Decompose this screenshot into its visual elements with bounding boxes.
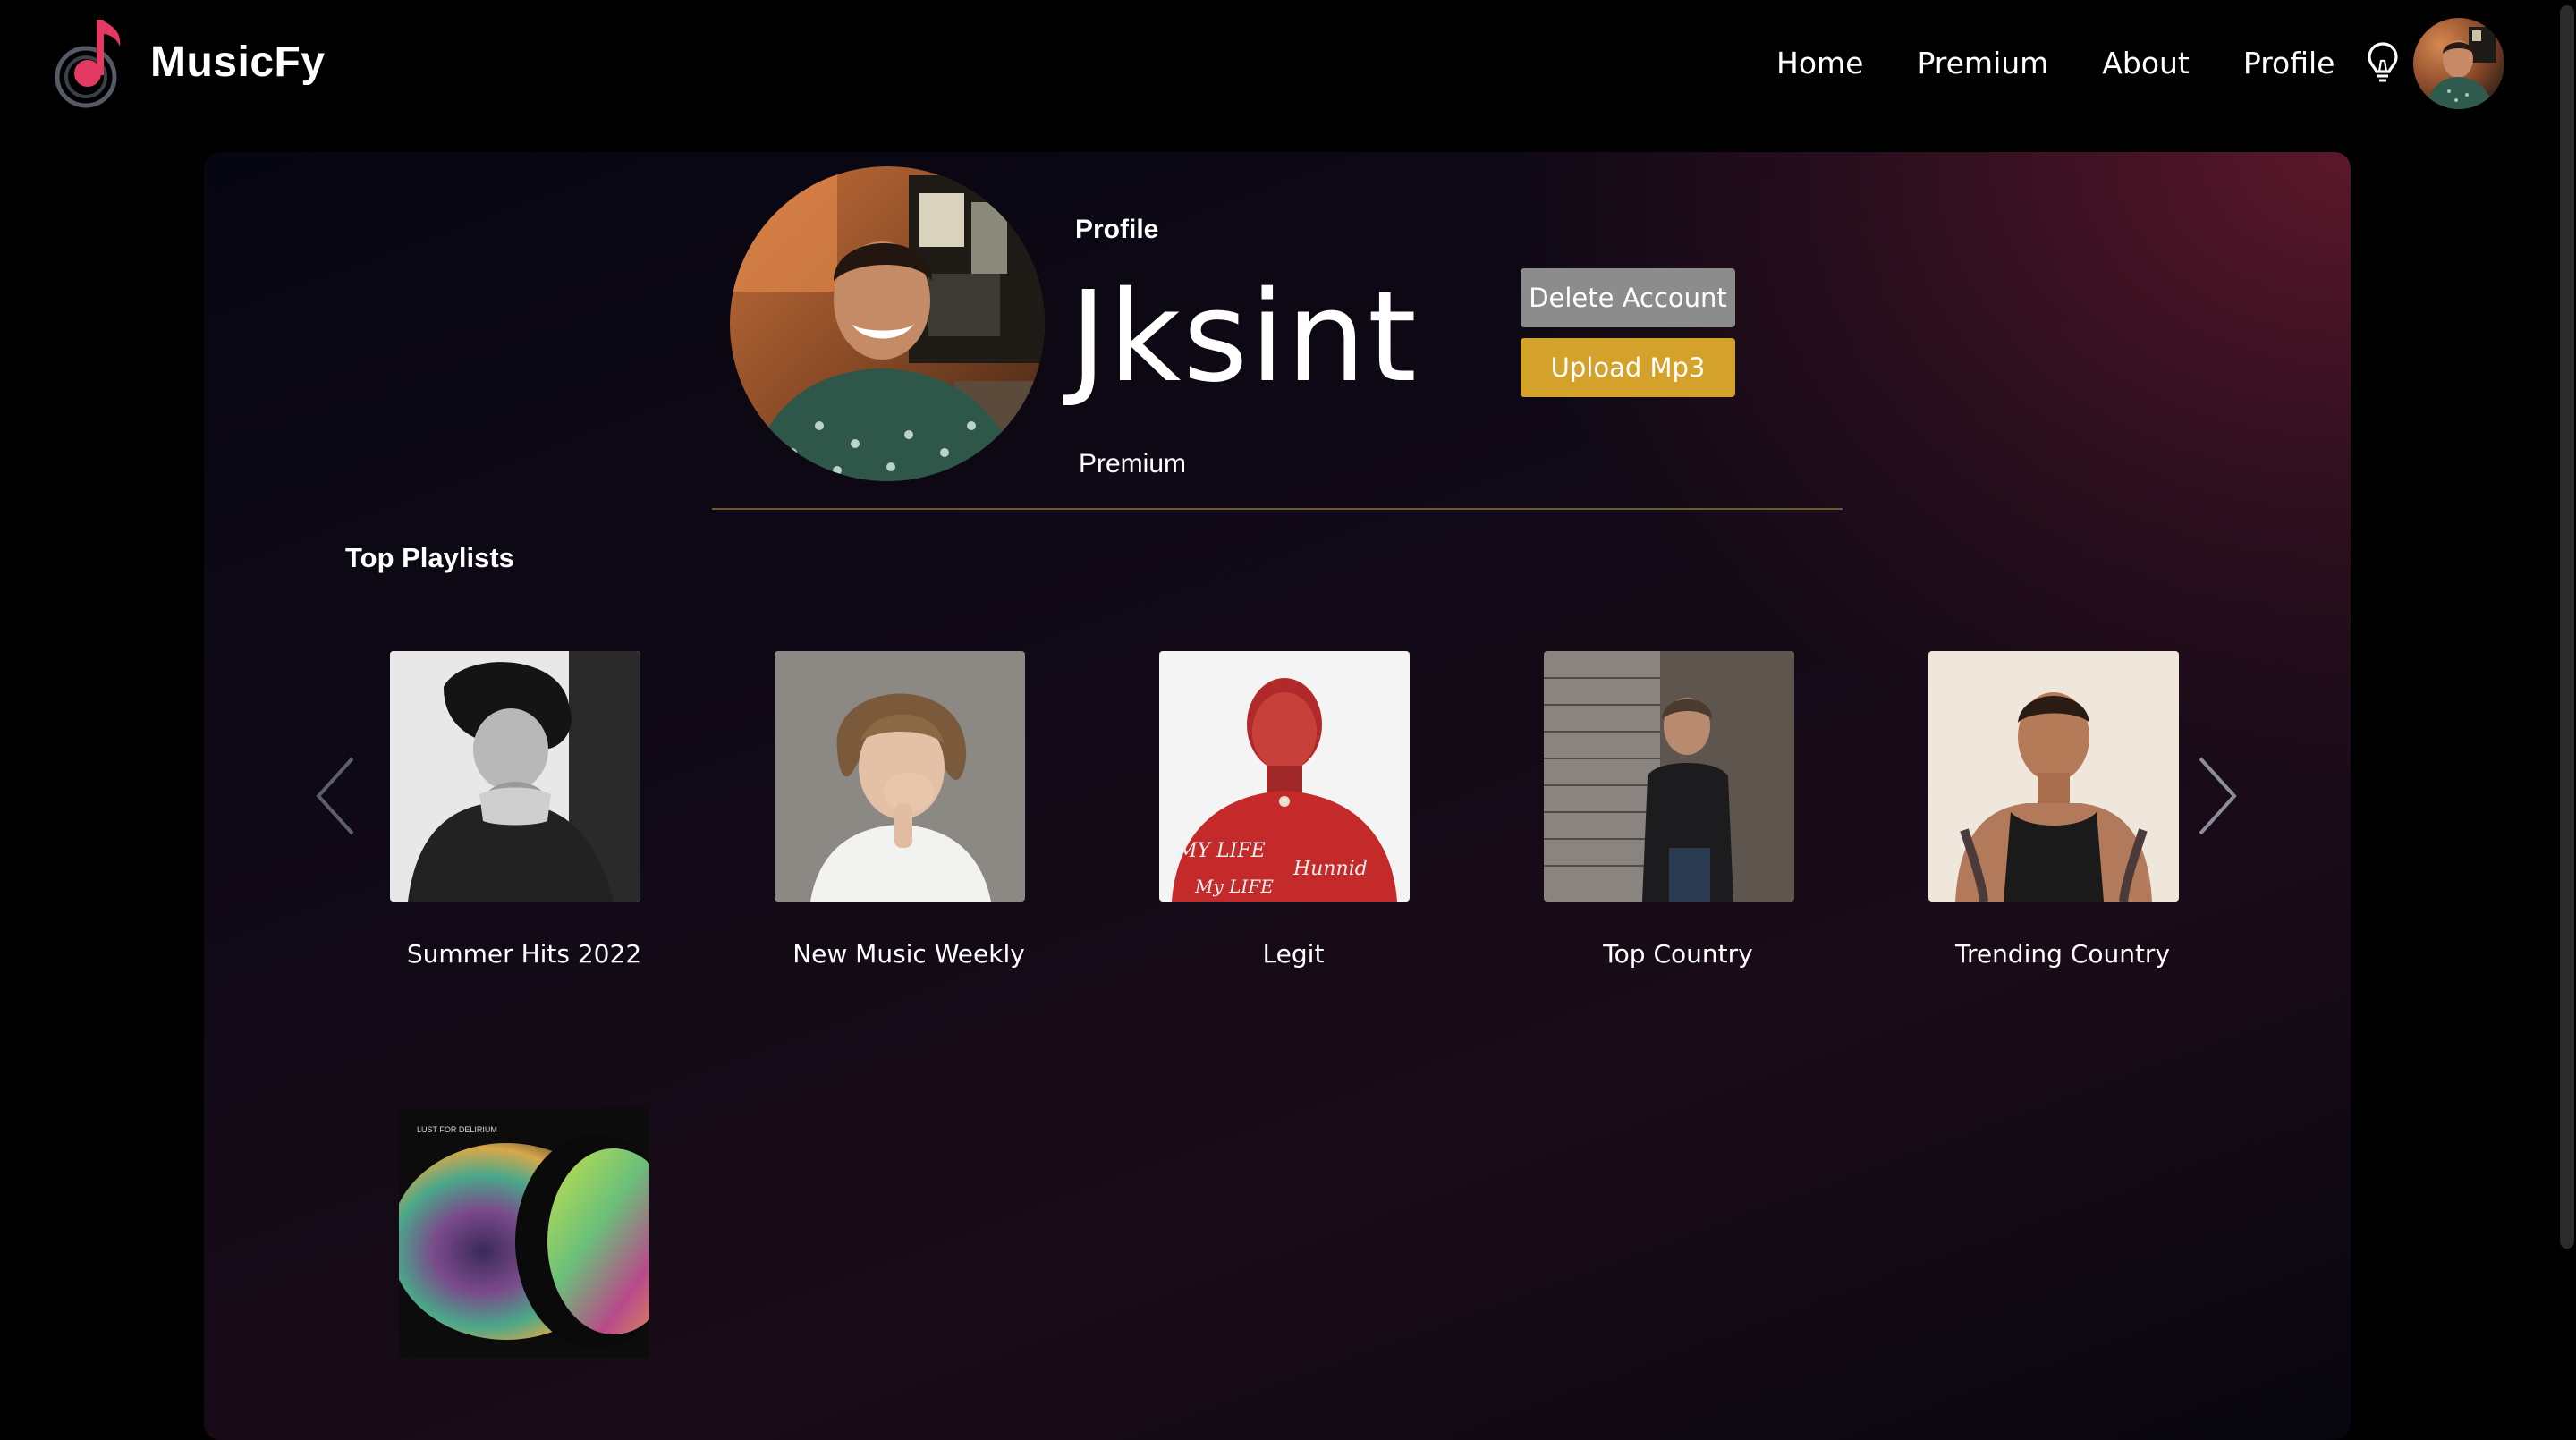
playlist-cover bbox=[390, 651, 640, 902]
delete-account-button[interactable]: Delete Account bbox=[1521, 268, 1735, 327]
svg-text:My LIFE: My LIFE bbox=[1194, 876, 1274, 897]
lightbulb-icon[interactable] bbox=[2367, 41, 2399, 84]
avatar-photo bbox=[2413, 18, 2504, 109]
nav-about-link[interactable]: About bbox=[2102, 46, 2190, 80]
playlist-title: Summer Hits 2022 bbox=[406, 939, 642, 969]
svg-text:MY LIFE: MY LIFE bbox=[1176, 840, 1266, 862]
top-navbar: MusicFy Home Premium About Profile bbox=[0, 0, 2576, 125]
playlist-cover: MY LIFE Hunnid My LIFE bbox=[1159, 651, 1410, 902]
profile-username: Jksint bbox=[1070, 265, 1419, 411]
subscription-tier: Premium bbox=[1079, 449, 1187, 479]
chevron-right-icon[interactable] bbox=[2190, 751, 2243, 841]
playlist-card[interactable]: Summer Hits 2022 bbox=[390, 651, 641, 969]
playlist-card[interactable]: LUST FOR DELIRIUM bbox=[399, 1107, 649, 1358]
playlist-cover bbox=[1544, 651, 1794, 902]
profile-section-label: Profile bbox=[1075, 215, 1159, 244]
profile-panel: Profile Jksint Premium Delete Account Up… bbox=[204, 152, 2351, 1440]
brand-name: MusicFy bbox=[150, 38, 326, 86]
upload-mp3-button[interactable]: Upload Mp3 bbox=[1521, 338, 1735, 397]
playlist-title: Trending Country bbox=[1954, 939, 2171, 969]
playlist-cover bbox=[1928, 651, 2179, 902]
playlist-card[interactable]: New Music Weekly bbox=[775, 651, 1025, 969]
chevron-left-icon[interactable] bbox=[309, 751, 363, 841]
playlist-title: Legit bbox=[1262, 939, 1325, 969]
playlist-title: Top Country bbox=[1603, 939, 1753, 969]
profile-photo bbox=[730, 166, 1045, 481]
user-avatar[interactable] bbox=[2413, 18, 2504, 109]
playlist-cover bbox=[775, 651, 1025, 902]
nav-links: Home Premium About Profile bbox=[1776, 36, 2399, 89]
playlist-cover: LUST FOR DELIRIUM bbox=[399, 1107, 649, 1358]
nav-premium-link[interactable]: Premium bbox=[1917, 46, 2048, 80]
playlist-card[interactable]: MY LIFE Hunnid My LIFE Legit bbox=[1159, 651, 1410, 969]
nav-home-link[interactable]: Home bbox=[1776, 46, 1863, 80]
top-playlists-heading: Top Playlists bbox=[345, 542, 514, 573]
scrollbar-thumb[interactable] bbox=[2560, 5, 2574, 1249]
brand[interactable]: MusicFy bbox=[50, 13, 326, 111]
cover-text: LUST FOR DELIRIUM bbox=[417, 1125, 497, 1134]
svg-text:Hunnid: Hunnid bbox=[1292, 858, 1368, 880]
nav-profile-link[interactable]: Profile bbox=[2243, 46, 2335, 80]
playlist-card[interactable]: Trending Country bbox=[1928, 651, 2179, 969]
playlist-card[interactable]: Top Country bbox=[1544, 651, 1794, 969]
playlist-title: New Music Weekly bbox=[792, 939, 1025, 969]
music-note-logo-icon bbox=[55, 20, 121, 108]
profile-divider bbox=[712, 508, 1843, 510]
